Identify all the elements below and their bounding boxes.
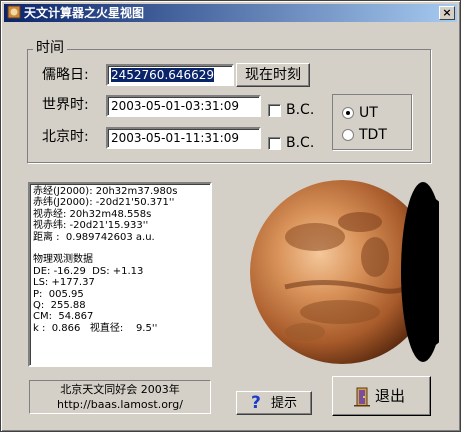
ut-bc-checkbox[interactable] xyxy=(268,104,281,117)
julian-day-input[interactable]: 2452760.646629 xyxy=(106,64,234,86)
info-line: P: 005.95 xyxy=(33,288,84,300)
info-line: LS: +177.37 xyxy=(33,277,95,289)
mars-image xyxy=(250,180,439,364)
credit-line-1: 北京天文同好会 2003年 xyxy=(60,383,180,396)
ut-bc-label: B.C. xyxy=(286,102,315,118)
close-button[interactable]: × xyxy=(439,6,455,20)
julian-day-value: 2452760.646629 xyxy=(111,68,215,82)
time-group-label: 时间 xyxy=(33,39,67,57)
info-line: DE: -16.29 DS: +1.13 xyxy=(33,265,144,277)
tdt-radio-label: TDT xyxy=(359,127,387,143)
exit-button[interactable]: 退出 xyxy=(332,376,431,416)
help-icon: ? xyxy=(251,393,261,413)
credit-panel: 北京天文同好会 2003年 http://baas.lamost.org/ xyxy=(29,380,211,414)
info-line: 距离 : 0.989742603 a.u. xyxy=(33,231,155,243)
info-line: CM: 54.867 xyxy=(33,311,94,323)
bj-bc-label: B.C. xyxy=(286,135,315,151)
info-line: Q: 255.88 xyxy=(33,299,86,311)
info-line xyxy=(33,243,207,254)
exit-door-icon xyxy=(354,387,370,407)
ut-radio-label: UT xyxy=(359,105,378,121)
beijing-time-input[interactable]: 2003-05-01-11:31:09 xyxy=(106,127,261,149)
now-button[interactable]: 现在时刻 xyxy=(236,63,310,87)
tdt-radio[interactable] xyxy=(342,129,354,141)
julian-day-label: 儒略日: xyxy=(42,67,89,83)
help-button[interactable]: ? 提示 xyxy=(236,391,312,415)
info-line: k : 0.866 视直径: 9.5'' xyxy=(33,322,158,334)
beijing-time-label: 北京时: xyxy=(42,129,89,145)
universal-time-input[interactable]: 2003-05-01-03:31:09 xyxy=(106,95,261,117)
info-line: 视赤纬: -20d21'15.933'' xyxy=(33,220,149,232)
universal-time-label: 世界时: xyxy=(42,97,89,113)
info-line: 赤经(J2000): 20h32m37.980s xyxy=(33,186,178,197)
info-line: 物理观测数据 xyxy=(33,254,93,266)
info-line: 赤纬(J2000): -20d21'50.371'' xyxy=(33,197,175,209)
help-button-label: 提示 xyxy=(271,396,298,411)
app-icon xyxy=(7,5,21,19)
exit-button-label: 退出 xyxy=(375,387,406,405)
title-bar[interactable]: 天文计算器之火星视图 × xyxy=(4,4,457,22)
main-window: 天文计算器之火星视图 × 时间 儒略日: 2452760.646629 现在时刻… xyxy=(0,0,461,432)
ut-radio[interactable] xyxy=(342,107,354,119)
bj-bc-checkbox[interactable] xyxy=(268,137,281,150)
info-line: 视赤经: 20h32m48.558s xyxy=(33,208,152,220)
info-textbox[interactable]: 赤经(J2000): 20h32m37.980s 赤纬(J2000): -20d… xyxy=(28,182,212,367)
window-title: 天文计算器之火星视图 xyxy=(24,6,145,20)
credit-line-2: http://baas.lamost.org/ xyxy=(57,398,183,411)
